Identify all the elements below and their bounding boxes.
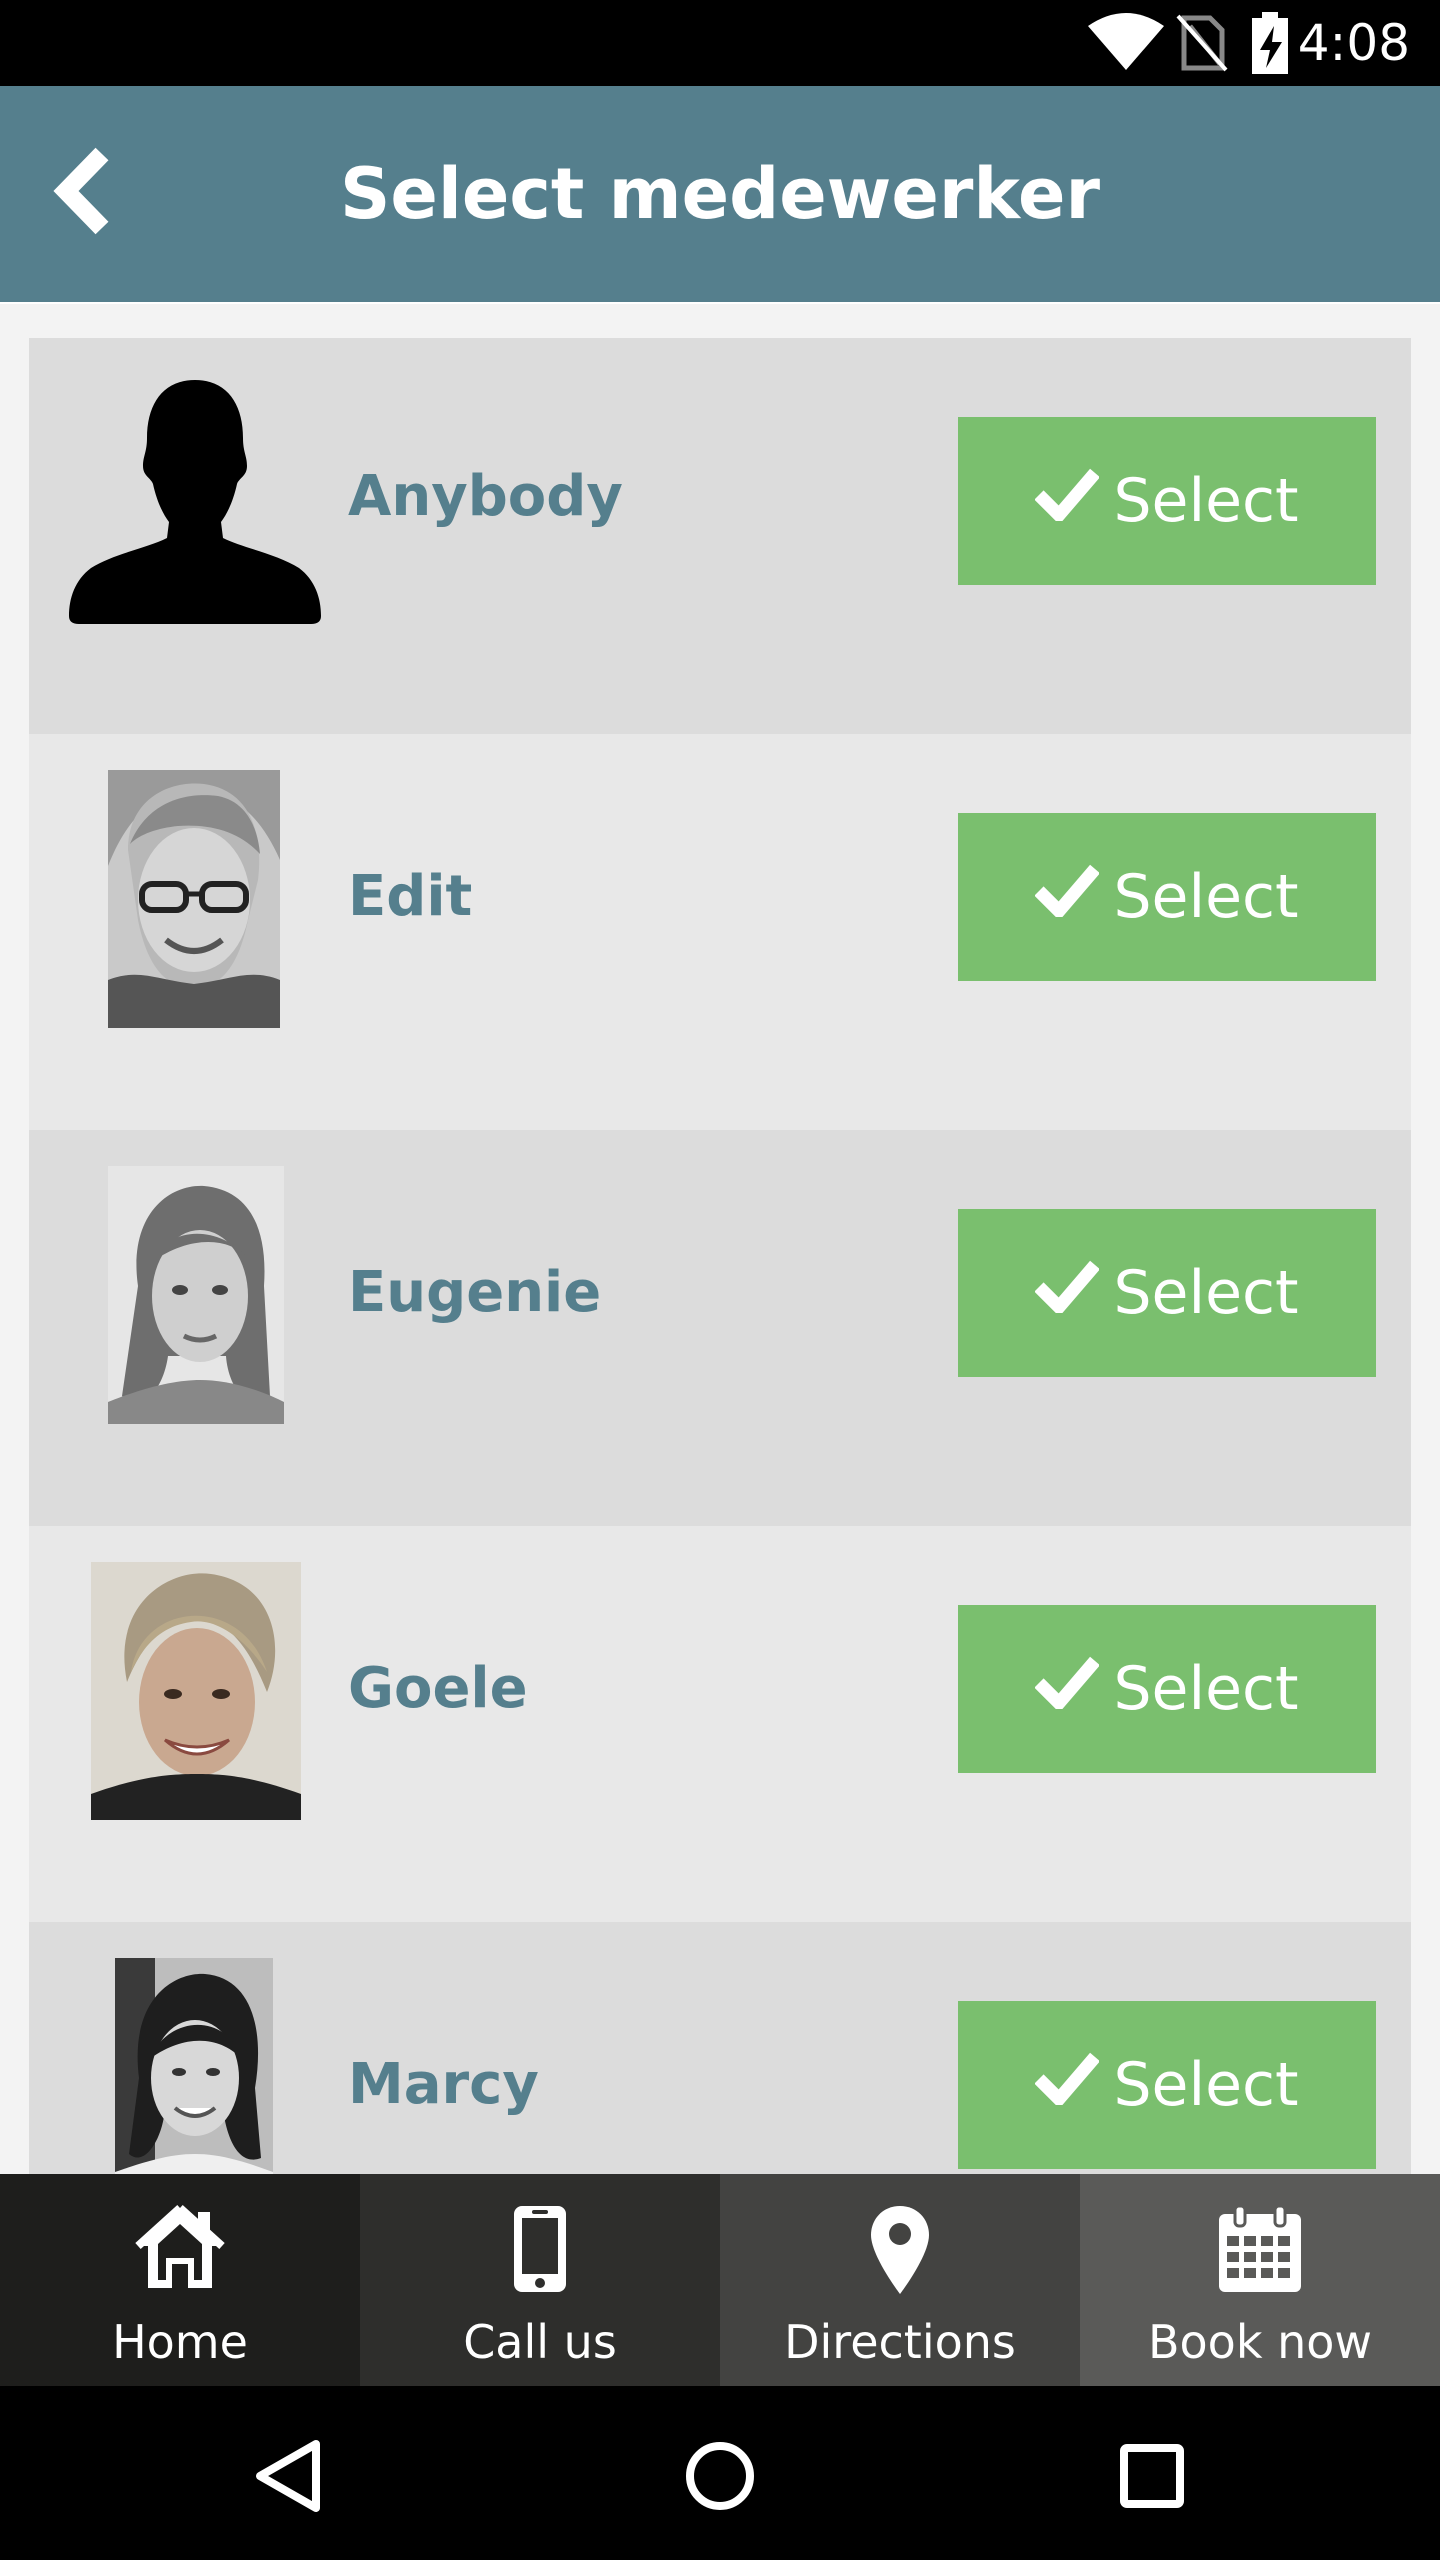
app-header: Select medewerker — [0, 86, 1440, 302]
employee-row-eugenie: Eugenie Select — [29, 1130, 1411, 1526]
map-pin-icon — [871, 2206, 929, 2294]
no-sim-icon — [1176, 14, 1228, 72]
bottom-nav: Home Call us Directions Book now — [0, 2174, 1440, 2386]
select-button-label: Select — [1113, 1258, 1299, 1328]
select-button[interactable]: Select — [958, 1209, 1376, 1377]
clock: 4:08 — [1297, 14, 1410, 72]
home-circle-icon[interactable] — [670, 2426, 770, 2526]
employee-photo — [108, 1166, 284, 1424]
employee-photo — [115, 1958, 273, 2182]
page-title: Select medewerker — [339, 153, 1101, 235]
system-nav-bar — [0, 2386, 1440, 2560]
employee-name: Anybody — [348, 464, 623, 529]
checkmark-icon — [1035, 1260, 1100, 1313]
status-bar: 4:08 — [0, 0, 1440, 86]
select-button[interactable]: Select — [958, 1605, 1376, 1773]
header-divider — [0, 302, 1440, 304]
person-silhouette-icon — [69, 380, 321, 624]
employee-row-anybody: Anybody Select — [29, 338, 1411, 734]
calendar-icon — [1219, 2204, 1301, 2292]
nav-call-us[interactable]: Call us — [360, 2174, 720, 2386]
back-triangle-icon[interactable] — [240, 2426, 340, 2526]
recents-square-icon[interactable] — [1102, 2426, 1202, 2526]
employee-photo — [108, 770, 280, 1028]
select-button-label: Select — [1113, 1654, 1299, 1724]
home-icon — [135, 2205, 225, 2288]
employee-name: Eugenie — [348, 1260, 602, 1325]
nav-book-now[interactable]: Book now — [1080, 2174, 1440, 2386]
employee-name: Edit — [348, 864, 473, 929]
employee-name: Goele — [348, 1656, 528, 1721]
nav-label: Call us — [463, 2315, 617, 2369]
phone-icon — [514, 2206, 566, 2292]
battery-charging-icon — [1252, 12, 1288, 74]
checkmark-icon — [1035, 2052, 1100, 2105]
nav-label: Home — [112, 2315, 248, 2369]
employee-photo — [91, 1562, 301, 1820]
checkmark-icon — [1035, 864, 1100, 917]
checkmark-icon — [1035, 468, 1100, 521]
select-button-label: Select — [1113, 466, 1299, 536]
nav-label: Book now — [1147, 2315, 1373, 2369]
nav-home[interactable]: Home — [0, 2174, 360, 2386]
screen: 4:08 Select medewerker Anybody Select Ed… — [0, 0, 1440, 2560]
select-button[interactable]: Select — [958, 2001, 1376, 2169]
employee-name: Marcy — [348, 2052, 539, 2117]
wifi-icon — [1088, 13, 1164, 70]
select-button-label: Select — [1113, 862, 1299, 932]
employee-row-edit: Edit Select — [29, 734, 1411, 1130]
checkmark-icon — [1035, 1656, 1100, 1709]
employee-row-goele: Goele Select — [29, 1526, 1411, 1922]
select-button[interactable]: Select — [958, 417, 1376, 585]
select-button-label: Select — [1113, 2050, 1299, 2120]
nav-label: Directions — [784, 2315, 1016, 2369]
select-button[interactable]: Select — [958, 813, 1376, 981]
nav-directions[interactable]: Directions — [720, 2174, 1080, 2386]
employee-row-marcy: Marcy Select — [29, 1922, 1411, 2182]
employee-list: Anybody Select Edit Select Eugenie Selec… — [29, 338, 1411, 2182]
